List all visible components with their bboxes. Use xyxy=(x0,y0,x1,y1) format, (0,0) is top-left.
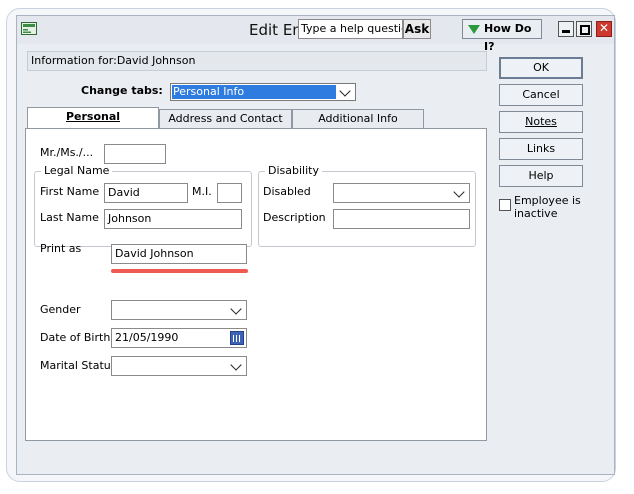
mi-field[interactable] xyxy=(217,183,242,203)
last-name-label: Last Name xyxy=(40,211,99,224)
info-employee-name: David Johnson xyxy=(116,54,196,67)
marital-status-label: Marital Status xyxy=(40,359,117,372)
disabled-select[interactable] xyxy=(333,183,470,203)
date-of-birth-label: Date of Birth xyxy=(40,331,111,344)
print-as-field[interactable]: David Johnson xyxy=(111,244,247,264)
info-bar: Information for:David Johnson xyxy=(27,51,487,71)
cancel-button[interactable]: Cancel xyxy=(499,84,583,106)
tab-address-and-contact[interactable]: Address and Contact xyxy=(159,109,292,129)
edit-employee-window: Edit Em Type a help question Ask How Do … xyxy=(16,15,615,475)
disabled-label: Disabled xyxy=(263,185,311,198)
gender-select[interactable] xyxy=(111,300,247,320)
how-do-i-button[interactable]: How Do I? xyxy=(462,19,542,53)
first-name-label: First Name xyxy=(40,185,100,198)
salutation-label: Mr./Ms./... xyxy=(40,146,94,159)
notes-label: Notes xyxy=(525,115,557,128)
tab-additional-label: Additional Info xyxy=(318,112,398,125)
chevron-down-icon xyxy=(453,186,465,198)
gender-label: Gender xyxy=(40,303,81,316)
marital-status-select[interactable] xyxy=(111,356,247,376)
tab-personal[interactable]: Personal xyxy=(27,107,159,129)
tab-additional-info[interactable]: Additional Info xyxy=(292,109,424,129)
minimize-icon[interactable] xyxy=(558,21,574,37)
help-button[interactable]: Help xyxy=(499,165,583,187)
triangle-down-icon xyxy=(468,25,480,34)
chevron-down-icon xyxy=(230,303,242,315)
ask-button[interactable]: Ask xyxy=(403,19,431,39)
date-of-birth-field[interactable]: 21/05/1990 xyxy=(111,328,247,348)
legal-name-title: Legal Name xyxy=(41,164,113,177)
info-label: Information for: xyxy=(31,54,117,67)
notes-button[interactable]: Notes xyxy=(499,111,583,133)
last-name-field[interactable]: Johnson xyxy=(104,209,242,229)
print-as-highlight-underline xyxy=(111,269,248,273)
change-tabs-select[interactable]: Personal Info xyxy=(170,83,356,101)
employee-inactive-label: Employee is inactive xyxy=(514,194,581,220)
disability-group: Disability Disabled Description xyxy=(258,164,476,247)
first-name-field[interactable]: David xyxy=(104,183,188,203)
links-button[interactable]: Links xyxy=(499,138,583,160)
change-tabs-label: Change tabs: xyxy=(81,84,163,97)
title-bar: Edit Em Type a help question Ask How Do … xyxy=(17,16,614,53)
change-tabs-value: Personal Info xyxy=(172,85,336,99)
close-icon[interactable] xyxy=(596,21,612,37)
how-do-i-label: How Do I? xyxy=(484,22,532,53)
date-of-birth-value: 21/05/1990 xyxy=(115,331,179,344)
description-field[interactable] xyxy=(333,209,470,229)
print-as-label: Print as xyxy=(40,242,82,255)
calendar-icon[interactable] xyxy=(230,331,244,345)
tab-personal-label: Personal xyxy=(65,110,121,123)
ok-button[interactable]: OK xyxy=(499,57,583,79)
tab-address-label: Address and Contact xyxy=(168,112,283,125)
salutation-field[interactable] xyxy=(104,144,166,164)
chevron-down-icon xyxy=(339,85,351,97)
app-icon xyxy=(21,22,37,35)
description-label: Description xyxy=(263,211,326,224)
help-search-input[interactable]: Type a help question xyxy=(298,19,403,39)
personal-tab-panel: Mr./Ms./... Legal Name First Name David … xyxy=(25,128,487,441)
legal-name-group: Legal Name First Name David M.I. Last Na… xyxy=(34,164,252,247)
maximize-icon[interactable] xyxy=(576,21,592,37)
chevron-down-icon xyxy=(230,359,242,371)
disability-title: Disability xyxy=(265,164,322,177)
mi-label: M.I. xyxy=(192,185,212,198)
employee-inactive-checkbox[interactable] xyxy=(499,199,511,211)
